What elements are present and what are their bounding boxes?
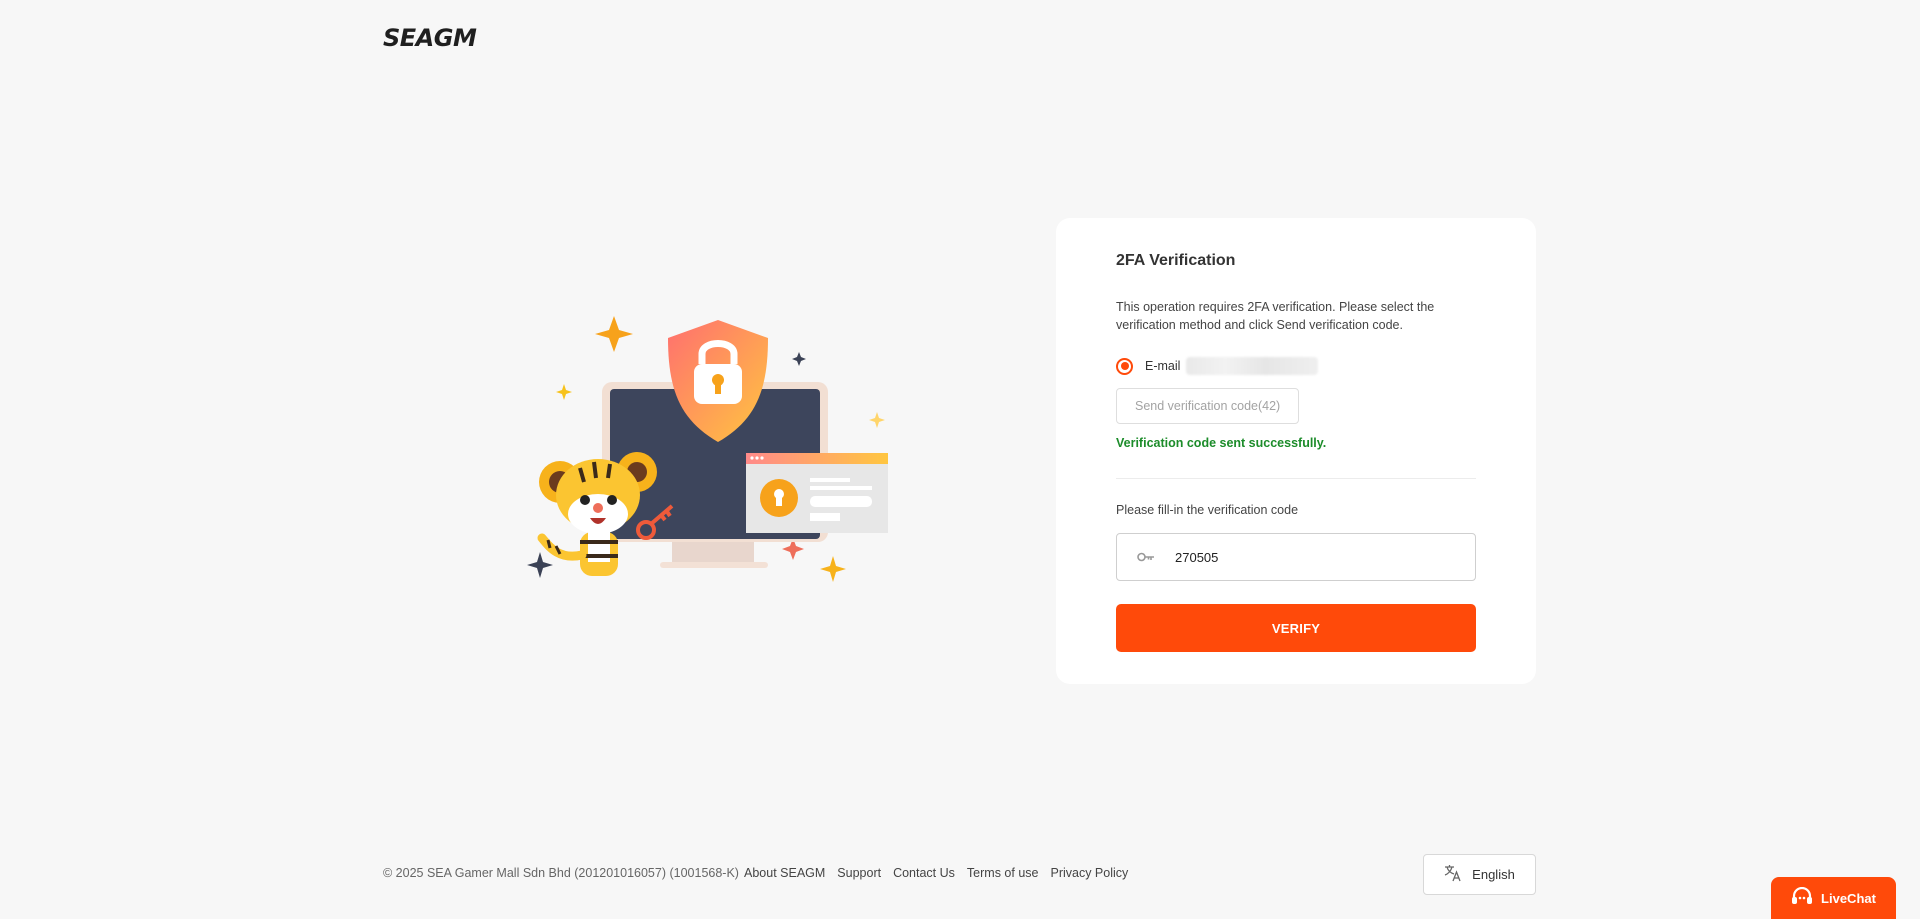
sparkle-icon — [556, 384, 572, 400]
email-radio[interactable] — [1116, 357, 1133, 375]
language-label: English — [1472, 867, 1515, 882]
security-illustration — [527, 316, 888, 582]
sparkle-icon — [527, 552, 553, 578]
footer-link-about[interactable]: About SEAGM — [744, 866, 825, 880]
send-verification-code-button[interactable]: Send verification code(42) — [1116, 388, 1300, 424]
footer-link-terms[interactable]: Terms of use — [967, 866, 1039, 880]
sparkle-icon — [595, 316, 633, 352]
headset-icon — [1791, 886, 1813, 910]
verify-button[interactable]: VERIFY — [1116, 604, 1476, 652]
footer-link-privacy[interactable]: Privacy Policy — [1050, 866, 1128, 880]
seagm-logo[interactable]: SEAGM — [383, 24, 477, 52]
verification-code-field[interactable] — [1116, 533, 1476, 581]
verification-code-input[interactable] — [1175, 549, 1455, 565]
success-message: Verification code sent successfully. — [1116, 436, 1327, 450]
sparkle-icon — [869, 412, 885, 428]
divider — [1116, 478, 1476, 479]
verification-card: 2FA Verification This operation requires… — [1056, 218, 1536, 684]
page: SEAGM 2FA Verification This operation re… — [0, 0, 1920, 919]
livechat-label: LiveChat — [1821, 890, 1876, 906]
livechat-button[interactable]: LiveChat — [1771, 877, 1896, 919]
copyright: © 2025 SEA Gamer Mall Sdn Bhd (201201016… — [383, 866, 739, 880]
sparkle-icon — [820, 556, 846, 582]
card-description: This operation requires 2FA verification… — [1116, 300, 1435, 332]
footer-link-support[interactable]: Support — [837, 866, 881, 880]
code-label: Please fill-in the verification code — [1116, 503, 1299, 517]
sparkle-icon — [792, 352, 806, 366]
masked-email-value — [1186, 357, 1319, 375]
method-label: E-mail — [1145, 359, 1181, 373]
footer-links: About SEAGM Support Contact Us Terms of … — [744, 866, 1128, 880]
translate-icon — [1444, 864, 1462, 885]
footer-link-contact[interactable]: Contact Us — [893, 866, 955, 880]
language-selector[interactable]: English — [1423, 854, 1536, 895]
key-icon — [1117, 552, 1175, 562]
method-option-email[interactable]: E-mail — [1116, 356, 1319, 376]
card-title: 2FA Verification — [1116, 252, 1236, 269]
